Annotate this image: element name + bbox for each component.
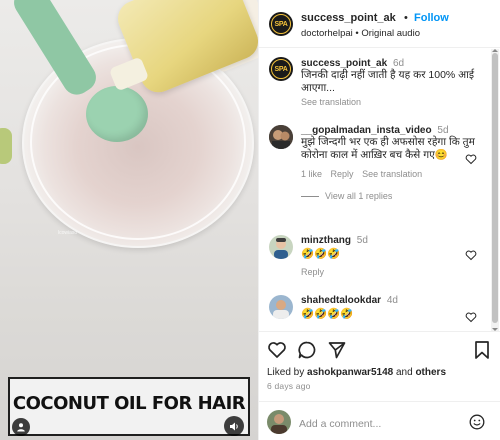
heart-icon[interactable] [465,153,477,165]
reply-button[interactable]: Reply [331,169,354,179]
reel-video[interactable]: lcowiaso COCONUT OIL FOR HAIR [0,0,258,440]
liked-prefix: Liked by [267,367,308,378]
bookmark-icon[interactable] [473,340,491,360]
author-username[interactable]: success_point_ak [301,12,396,24]
caption-text: जिनकी दाढ़ी नहीं जाती है यह कर 100% आई आ… [301,69,475,94]
caption-see-translation[interactable]: See translation [301,97,487,107]
caption-author-avatar[interactable]: SPA [269,57,293,81]
view-replies[interactable]: View all 1 replies [301,191,477,201]
heart-icon[interactable] [465,249,477,261]
comment-username[interactable]: __gopalmadan_insta_video [301,125,432,136]
commenter-avatar[interactable] [269,235,293,259]
commenter-avatar[interactable] [269,295,293,319]
side-object [0,128,12,164]
speaker-icon[interactable] [224,416,244,436]
liked-and: and [393,367,416,378]
comment-time[interactable]: 4d [387,295,398,306]
emoji-icon[interactable] [469,414,485,430]
comment-text: 🤣🤣🤣🤣 [301,308,354,320]
post-header: SPA success_point_ak • Follow doctorhelp… [259,0,500,48]
comment-item: minzthang 5d 🤣🤣🤣 Reply [301,235,477,277]
post-time[interactable]: 6 days ago [267,381,311,391]
comment-username[interactable]: shahedtalookdar [301,295,381,306]
reply-button[interactable]: Reply [301,267,477,277]
liked-others[interactable]: others [415,367,446,378]
liked-user[interactable]: ashokpanwar5148 [307,367,393,378]
user-tag-icon[interactable] [12,418,30,436]
comment-username[interactable]: minzthang [301,235,351,246]
current-user-avatar [267,410,291,434]
comment-time[interactable]: 5d [437,125,448,136]
add-comment-bar: Add a comment... [259,401,500,440]
scroll-up-arrow[interactable] [492,49,498,52]
heart-icon[interactable] [465,311,477,323]
video-caption: COCONUT OIL FOR HAIR [12,393,246,414]
see-translation-button[interactable]: See translation [362,169,422,179]
post-caption: success_point_ak 6d जिनकी दाढ़ी नहीं जात… [301,58,487,107]
author-avatar[interactable]: SPA [269,12,293,36]
comment-text: मुझे जिन्दगी भर एक ही अफसोस रहेगा कि तुम… [301,136,475,161]
audio-subtitle[interactable]: doctorhelpai • Original audio [301,28,420,39]
view-replies-label: View all 1 replies [325,191,393,201]
header-separator: • [404,12,408,24]
comment-likes[interactable]: 1 like [301,169,322,179]
comments-scrollbar[interactable] [491,49,499,331]
caption-time[interactable]: 6d [393,58,404,69]
follow-button[interactable]: Follow [414,12,449,24]
heart-icon[interactable] [267,340,287,360]
comment-item: shahedtalookdar 4d 🤣🤣🤣🤣 [301,295,477,321]
post-actions: Liked by ashokpanwar5148 and others 6 da… [259,331,500,401]
spoon [86,86,148,142]
comment-icon[interactable] [297,340,317,360]
comment-text: 🤣🤣🤣 [301,248,341,260]
caption-username[interactable]: success_point_ak [301,58,387,69]
comment-item: __gopalmadan_insta_video 5d मुझे जिन्दगी… [301,125,477,201]
comment-time[interactable]: 5d [357,235,368,246]
scrollbar-thumb[interactable] [492,53,498,323]
video-watermark: lcowiaso [58,230,78,236]
post-side-panel: SPA success_point_ak • Follow doctorhelp… [258,0,500,440]
comments-list[interactable]: SPA success_point_ak 6d जिनकी दाढ़ी नहीं… [259,49,491,331]
liked-by-line: Liked by ashokpanwar5148 and others [267,367,446,378]
replies-line [301,196,319,198]
share-icon[interactable] [327,340,347,360]
add-comment-input[interactable]: Add a comment... [299,418,381,430]
commenter-avatar[interactable] [269,125,293,149]
